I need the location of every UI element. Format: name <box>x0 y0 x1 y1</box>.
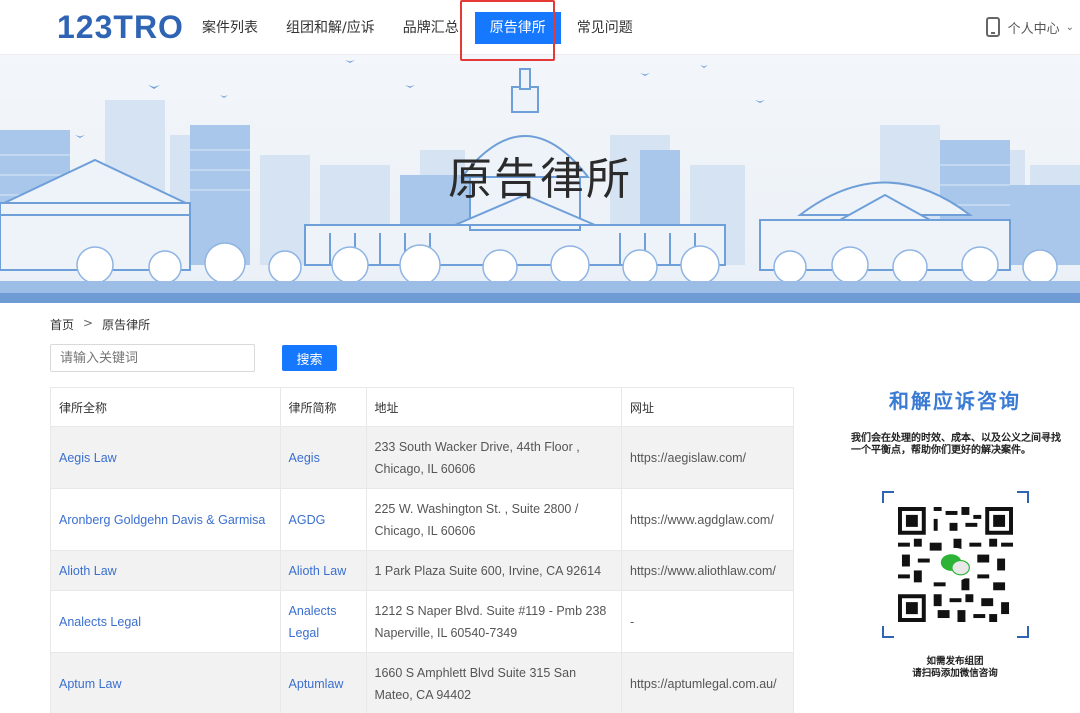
firm-full-name-link[interactable]: Analects Legal <box>50 590 281 653</box>
qr-corner <box>882 491 894 503</box>
nav-item-brands[interactable]: 品牌汇总 <box>391 12 471 44</box>
breadcrumb-home[interactable]: 首页 <box>50 316 74 333</box>
banner-title: 原告律所 <box>448 154 632 205</box>
consult-footer: 如需发布组团 请扫码添加微信咨询 <box>880 656 1030 680</box>
breadcrumb-current: 原告律所 <box>102 318 151 332</box>
consult-footer-line1: 如需发布组团 <box>926 656 984 667</box>
table-row: Analects Legal Analects Legal 1212 S Nap… <box>50 590 794 653</box>
firm-full-name-link[interactable]: Aegis Law <box>50 426 281 489</box>
firm-address: 1212 S Naper Blvd. Suite #119 - Pmb 238 … <box>365 590 622 653</box>
hero-banner: 原告律所 <box>0 55 1080 303</box>
firm-full-name-link[interactable]: Aronberg Goldgehn Davis & Garmisa <box>50 488 281 551</box>
site-logo[interactable]: 123TRO <box>57 9 184 46</box>
search-input[interactable] <box>50 344 255 372</box>
column-header-address: 地址 <box>365 387 622 427</box>
qr-corner <box>1017 491 1029 503</box>
breadcrumb-separator: > <box>83 316 94 330</box>
wechat-qr-code <box>882 491 1029 638</box>
firm-short-name-link[interactable]: Alioth Law <box>279 550 367 591</box>
user-center-label: 个人中心 <box>1007 21 1060 37</box>
table-header-row: 律所全称 律所简称 地址 网址 <box>50 387 794 427</box>
table-row: Aronberg Goldgehn Davis & Garmisa AGDG 2… <box>50 488 794 551</box>
nav-item-cases[interactable]: 案件列表 <box>190 12 270 44</box>
user-center-menu[interactable]: 个人中心 ⌄ <box>985 17 1074 37</box>
firm-short-name-link[interactable]: Aptumlaw <box>279 652 367 713</box>
firm-short-name-link[interactable]: Aegis <box>279 426 367 489</box>
firm-full-name-link[interactable]: Aptum Law <box>50 652 281 713</box>
column-header-website: 网址 <box>621 387 794 427</box>
consult-footer-line2: 请扫码添加微信咨询 <box>912 668 998 679</box>
firm-full-name-link[interactable]: Alioth Law <box>50 550 281 591</box>
column-header-short-name: 律所简称 <box>279 387 367 427</box>
consult-title: 和解应诉咨询 <box>889 389 1021 413</box>
firm-address: 1660 S Amphlett Blvd Suite 315 San Mateo… <box>365 652 622 713</box>
firm-short-name-link[interactable]: AGDG <box>279 488 367 551</box>
qr-corner <box>882 626 894 638</box>
wechat-qr-icon <box>898 507 1013 622</box>
plaintiff-firms-table: 律所全称 律所简称 地址 网址 Aegis Law Aegis 233 Sout… <box>50 387 794 713</box>
firm-website: - <box>621 590 794 653</box>
nav-item-plaintiff-firms[interactable]: 原告律所 <box>474 11 561 44</box>
mobile-icon <box>985 17 1000 37</box>
nav-item-group-settlement[interactable]: 组团和解/应诉 <box>274 12 387 44</box>
firm-address: 1 Park Plaza Suite 600, Irvine, CA 92614 <box>365 550 622 591</box>
table-row: Aegis Law Aegis 233 South Wacker Drive, … <box>50 426 794 489</box>
firm-website: https://www.agdglaw.com/ <box>621 488 794 551</box>
table-row: Aptum Law Aptumlaw 1660 S Amphlett Blvd … <box>50 652 794 713</box>
firm-address: 225 W. Washington St. , Suite 2800 / Chi… <box>365 488 622 551</box>
firm-website: https://aegislaw.com/ <box>621 426 794 489</box>
qr-corner <box>1017 626 1029 638</box>
top-navbar: 123TRO 案件列表 组团和解/应诉 品牌汇总 原告律所 常见问题 个人中心 … <box>0 0 1080 55</box>
breadcrumb: 首页 > 原告律所 <box>50 316 150 333</box>
main-nav: 案件列表 组团和解/应诉 品牌汇总 原告律所 常见问题 <box>190 0 649 55</box>
consult-description: 我们会在处理的时效、成本、以及公义之间寻找一个平衡点，帮助你们更好的解决案件。 <box>851 433 1061 456</box>
firm-website: https://www.aliothlaw.com/ <box>621 550 794 591</box>
firm-short-name-link[interactable]: Analects Legal <box>279 590 367 653</box>
firm-website: https://aptumlegal.com.au/ <box>621 652 794 713</box>
table-row: Alioth Law Alioth Law 1 Park Plaza Suite… <box>50 550 794 591</box>
nav-item-faq[interactable]: 常见问题 <box>565 12 645 44</box>
firm-address: 233 South Wacker Drive, 44th Floor , Chi… <box>365 426 622 489</box>
chevron-down-icon: ⌄ <box>1065 21 1074 33</box>
column-header-full-name: 律所全称 <box>50 387 281 427</box>
search-button[interactable]: 搜索 <box>282 345 337 371</box>
